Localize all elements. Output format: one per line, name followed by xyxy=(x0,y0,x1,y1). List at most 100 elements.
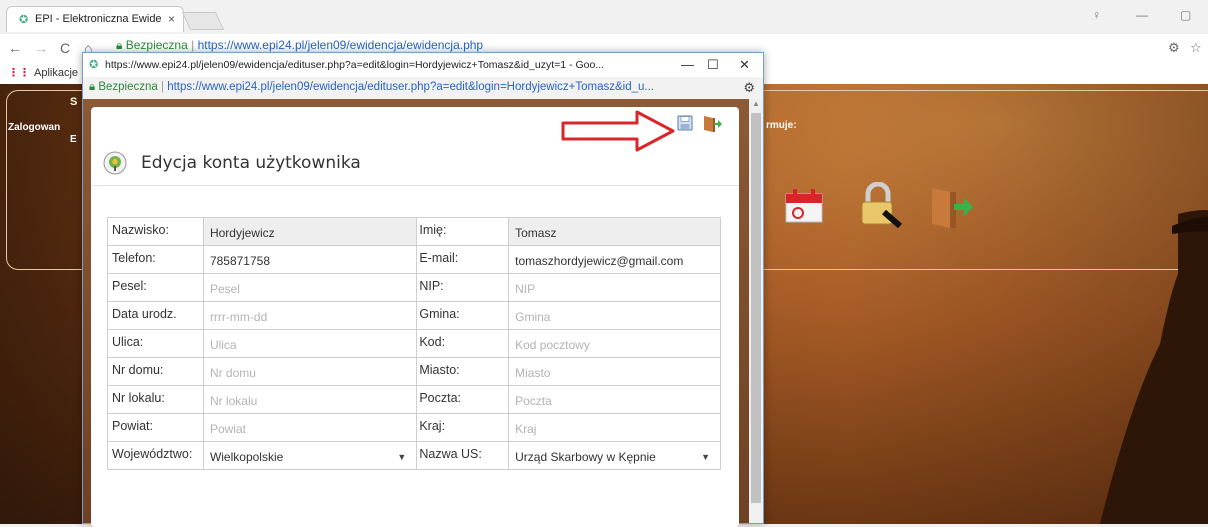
bookmark-star-icon[interactable]: ☆ xyxy=(1190,40,1202,56)
field-input-6b[interactable]: Poczta xyxy=(515,387,714,413)
dropdown-caret-icon: ▼ xyxy=(701,451,710,462)
field-input-7b[interactable]: Kraj xyxy=(515,415,714,441)
field-label: Województwo: xyxy=(112,447,193,461)
popup-lock-icon: 🔒︎ xyxy=(89,81,96,93)
logged-in-label: Zalogowan xyxy=(8,122,61,133)
secure-label: Bezpieczna xyxy=(125,38,188,52)
popup-maximize-button[interactable]: ☐ xyxy=(707,57,719,73)
popup-close-button[interactable]: ✕ xyxy=(739,57,750,73)
field-input-2b[interactable]: NIP xyxy=(515,275,714,301)
voivodeship-value: Wielkopolskie xyxy=(209,449,284,464)
field-input-4a[interactable]: Ulica xyxy=(210,331,410,357)
site-favicon-icon: ✪ xyxy=(19,14,29,26)
window-maximize-button[interactable]: ▢ xyxy=(1180,8,1191,22)
extension-icon[interactable]: ⚙ xyxy=(1168,40,1180,56)
field-label: Kraj: xyxy=(419,419,446,433)
lock-icon: 🔒︎ xyxy=(116,38,123,52)
window-minimize-button[interactable]: — xyxy=(1136,8,1148,22)
field-input-1b[interactable]: tomaszhordyjewicz@gmail.com xyxy=(515,247,714,273)
popup-address-bar: 🔒︎ Bezpieczna | https://www.epi24.pl/jel… xyxy=(83,77,763,100)
tax-office-select[interactable]: Urząd Skarbowy w Kępnie ▼ xyxy=(515,443,714,469)
scroll-thumb[interactable] xyxy=(751,113,761,503)
logout-icon[interactable] xyxy=(703,115,723,133)
field-label: Pesel: xyxy=(112,279,147,293)
field-input-3b[interactable]: Gmina xyxy=(515,303,714,329)
voivodeship-select[interactable]: Wielkopolskie ▼ xyxy=(210,443,410,469)
field-label: Gmina: xyxy=(419,307,460,321)
field-input-3a[interactable]: rrrr-mm-dd xyxy=(210,303,410,329)
field-label: Nazwisko: xyxy=(112,223,169,237)
tax-office-value: Urząd Skarbowy w Kępnie xyxy=(515,449,656,464)
popup-scrollbar[interactable]: ▲ xyxy=(749,99,763,523)
edit-user-modal: Edycja konta użytkownika Nazwisko: Hordyj… xyxy=(91,107,739,527)
logged-in-label-2: E xyxy=(70,134,77,145)
modal-title: Edycja konta użytkownika xyxy=(141,153,361,173)
popup-minimize-button[interactable]: — xyxy=(681,57,694,72)
forward-icon[interactable]: → xyxy=(34,40,48,56)
field-label: Nr lokalu: xyxy=(112,391,165,405)
field-label: Kod: xyxy=(419,335,446,349)
annotation-arrow-icon xyxy=(561,110,675,152)
form-row: Ulica: Ulica Kod: Kod pocztowy xyxy=(107,329,721,358)
field-label: Powiat: xyxy=(112,419,153,433)
field-label: Ulica: xyxy=(112,335,144,349)
tab-title: EPI - Elektroniczna Ewide xyxy=(35,13,162,25)
field-label: Poczta: xyxy=(419,391,462,405)
field-label: Nr domu: xyxy=(112,363,164,377)
profile-icon[interactable]: ♀ xyxy=(1092,8,1101,22)
popup-secure-label: Bezpieczna xyxy=(98,81,158,93)
apps-label: Aplikacje xyxy=(34,67,79,79)
popup-extension-icon[interactable]: ⚙ xyxy=(743,80,755,96)
address-url: https://www.epi24.pl/jelen09/ewidencja/e… xyxy=(197,38,484,52)
cowboy-silhouette xyxy=(1100,210,1208,524)
apps-grid-icon: ⋮⋮ xyxy=(8,67,30,79)
field-label: E-mail: xyxy=(419,251,459,265)
field-input-5a[interactable]: Nr domu xyxy=(210,359,410,385)
calendar-icon[interactable] xyxy=(784,188,824,224)
popup-titlebar: ✪ https://www.epi24.pl/jelen09/ewidencja… xyxy=(83,53,763,77)
field-input-1a[interactable]: 785871758 xyxy=(210,247,410,273)
field-input-6a[interactable]: Nr lokalu xyxy=(210,387,410,413)
field-label: Miasto: xyxy=(419,363,460,377)
new-tab-button[interactable] xyxy=(181,12,225,30)
field-label: NIP: xyxy=(419,279,444,293)
field-label: Data urodz. xyxy=(112,307,177,321)
field-input-5b[interactable]: Miasto xyxy=(515,359,714,385)
padlock-icon[interactable] xyxy=(856,182,902,228)
form-row: Nr domu: Nr domu Miasto: Miasto xyxy=(107,357,721,386)
edit-user-popup-window: ✪ https://www.epi24.pl/jelen09/ewidencja… xyxy=(82,52,764,527)
field-input-2a[interactable]: Pesel xyxy=(210,275,410,301)
field-input-4b[interactable]: Kod pocztowy xyxy=(515,331,714,357)
field-input-0a[interactable]: Hordyjewicz xyxy=(210,219,410,245)
form-row: Nazwisko: Hordyjewicz Imię: Tomasz xyxy=(107,217,721,246)
exit-door-icon[interactable] xyxy=(928,184,974,230)
save-icon[interactable] xyxy=(677,115,693,131)
form-row: Data urodz. rrrr-mm-dd Gmina: Gmina xyxy=(107,301,721,330)
form-row: Pesel: Pesel NIP: NIP xyxy=(107,273,721,302)
app-logo-icon xyxy=(103,151,127,175)
tab-close-icon[interactable]: × xyxy=(168,12,175,26)
field-input-0b[interactable]: Tomasz xyxy=(515,219,714,245)
form-row: Nr lokalu: Nr lokalu Poczta: Poczta xyxy=(107,385,721,414)
scroll-up-icon[interactable]: ▲ xyxy=(752,99,760,108)
popup-content: ▲ Edycja konta użytkownika Nazwisko: Hor… xyxy=(83,99,763,527)
field-label: Nazwa US: xyxy=(419,447,482,461)
field-input-7a[interactable]: Powiat xyxy=(210,415,410,441)
field-label: Imię: xyxy=(419,223,447,237)
form-row: Województwo: Wielkopolskie ▼ Nazwa US: Urząd… xyxy=(107,441,721,470)
back-icon[interactable]: ← xyxy=(8,40,22,56)
popup-address-url: https://www.epi24.pl/jelen09/ewidencja/e… xyxy=(167,81,654,93)
popup-title: https://www.epi24.pl/jelen09/ewidencja/e… xyxy=(105,59,605,71)
form-row: Powiat: Powiat Kraj: Kraj xyxy=(107,413,721,442)
header-text: S xyxy=(70,96,78,108)
browser-tabbar: ✪ EPI - Elektroniczna Ewide × ♀ — ▢ xyxy=(0,0,1208,34)
popup-favicon-icon: ✪ xyxy=(89,59,99,71)
dropdown-caret-icon: ▼ xyxy=(397,451,407,462)
form-row: Telefon: 785871758 E-mail: tomaszhordyjewic… xyxy=(107,245,721,274)
browser-tab[interactable]: ✪ EPI - Elektroniczna Ewide × xyxy=(6,6,184,32)
modal-header: Edycja konta użytkownika xyxy=(103,151,403,177)
field-label: Telefon: xyxy=(112,251,156,265)
info-label: rmuje: xyxy=(766,120,797,131)
apps-bookmark[interactable]: ⋮⋮ Aplikacje xyxy=(8,66,78,79)
reload-icon[interactable]: C xyxy=(60,40,70,56)
